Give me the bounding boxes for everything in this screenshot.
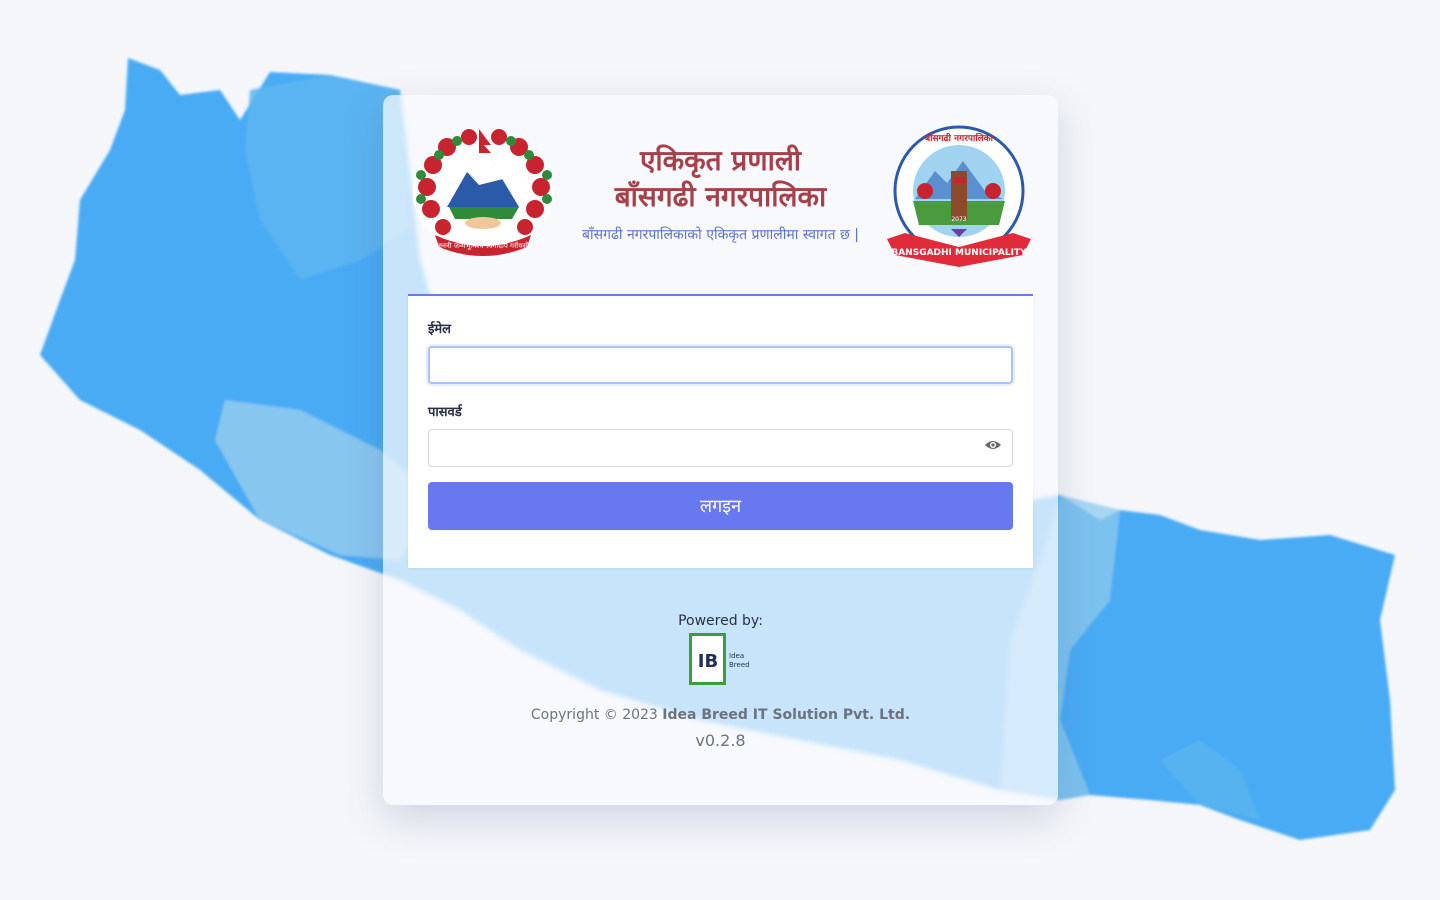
password-field[interactable] (428, 429, 1013, 467)
system-title: एकिकृत प्रणाली (639, 144, 802, 177)
login-form: ईमेल पासवर्ड लगइन (408, 294, 1033, 568)
svg-text:जननी जन्मभूमिश्च स्वर्गादपि गर: जननी जन्मभूमिश्च स्वर्गादपि गरीयसी (437, 241, 530, 250)
copyright-prefix: Copyright © 2023 (530, 707, 663, 723)
email-label: ईमेल (428, 322, 451, 337)
svg-text:2073: 2073 (951, 216, 966, 223)
powered-by-label: Powered by: (678, 613, 763, 629)
municipality-title: बाँसगढी नगरपालिका (614, 180, 827, 213)
svg-text:IB: IB (697, 651, 717, 672)
welcome-subtitle: बाँसगढी नगरपालिकाको एकिकृत प्रणालीमा स्व… (582, 227, 859, 243)
svg-text:BANSGADHI MUNICIPALITY: BANSGADHI MUNICIPALITY (891, 248, 1027, 258)
svg-text:Idea: Idea (729, 652, 744, 660)
eye-icon[interactable] (984, 438, 1002, 452)
header-titles: एकिकृत प्रणाली बाँसगढी नगरपालिका बाँसगढी… (563, 143, 878, 244)
nepal-government-emblem: जननी जन्मभूमिश्च स्वर्गादपि गरीयसी (413, 129, 553, 256)
svg-text:Breed: Breed (729, 661, 750, 669)
version-label: v0.2.8 (695, 731, 746, 750)
bansgadhi-municipality-logo: 2073 बाँसगढी नगरपालिका BANSGADHI MUNICIP… (887, 125, 1031, 267)
company-name: Idea Breed IT Solution Pvt. Ltd. (662, 707, 911, 723)
svg-text:बाँसगढी नगरपालिका: बाँसगढी नगरपालिका (924, 132, 994, 144)
login-footer: Powered by: IB Idea Breed Copyright © 20… (383, 613, 1058, 750)
password-label: पासवर्ड (428, 405, 462, 420)
copyright-text: Copyright © 2023 Idea Breed IT Solution … (383, 707, 1058, 723)
login-button[interactable]: लगइन (428, 482, 1013, 530)
email-field[interactable] (428, 346, 1013, 384)
login-header: जननी जन्मभूमिश्च स्वर्गादपि गरीयसी एकिकृ… (383, 95, 1058, 285)
idea-breed-logo: IB Idea Breed (688, 633, 750, 685)
login-card: जननी जन्मभूमिश्च स्वर्गादपि गरीयसी एकिकृ… (383, 95, 1058, 805)
